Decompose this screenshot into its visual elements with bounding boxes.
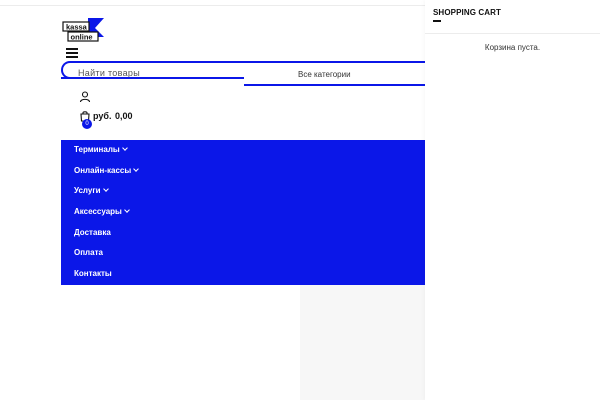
logo-text-bottom: online (71, 33, 93, 42)
nav-item-terminals[interactable]: Терминалы (74, 145, 128, 154)
side-cart-title: SHOPPING CART (433, 8, 501, 17)
cart-currency: руб. (93, 111, 112, 121)
side-cart-empty-message: Корзина пуста. (484, 43, 541, 52)
search-bar: Все категории (61, 61, 425, 87)
nav-item-label: Онлайн-кассы (74, 166, 132, 175)
nav-item-label: Услуги (74, 186, 101, 195)
nav-item-services[interactable]: Услуги (74, 186, 109, 195)
nav-item-label: Контакты (74, 269, 112, 278)
nav-item-payment[interactable]: Оплата (74, 248, 103, 257)
kassa-online-logo-icon: kassa online (62, 18, 104, 42)
search-underline (61, 77, 245, 79)
nav-item-label: Терминалы (74, 145, 120, 154)
chevron-down-icon (102, 186, 109, 192)
chevron-down-icon (124, 207, 130, 213)
user-icon[interactable] (79, 90, 91, 103)
nav-item-delivery[interactable]: Доставка (74, 228, 111, 237)
category-select[interactable]: Все категории (244, 61, 425, 86)
side-cart-divider (425, 33, 600, 34)
top-divider (0, 5, 425, 6)
side-cart-panel: SHOPPING CART Корзина пуста. (425, 0, 600, 400)
nav-item-contacts[interactable]: Контакты (74, 269, 112, 278)
cart-total: 0,00 (115, 111, 133, 121)
nav-item-label: Доставка (74, 228, 111, 237)
chevron-down-icon (121, 145, 128, 151)
cart-count-badge: 0 (82, 119, 92, 129)
category-select-label: Все категории (298, 70, 351, 79)
site-logo[interactable]: kassa online (62, 18, 104, 46)
page: kassa online Все категории 0 руб. 0,00 (0, 0, 600, 400)
hamburger-icon[interactable] (66, 48, 78, 58)
logo-text-top: kassa (66, 23, 88, 32)
content-placeholder (300, 285, 425, 400)
nav-item-label: Оплата (74, 248, 103, 257)
main-navigation: Терминалы Онлайн-кассы Услуги Аксессуары… (61, 140, 425, 285)
nav-item-online-kassy[interactable]: Онлайн-кассы (74, 166, 140, 175)
title-underline (433, 20, 441, 22)
nav-item-accessories[interactable]: Аксессуары (74, 207, 130, 216)
chevron-down-icon (133, 166, 140, 172)
nav-item-label: Аксессуары (74, 207, 122, 216)
